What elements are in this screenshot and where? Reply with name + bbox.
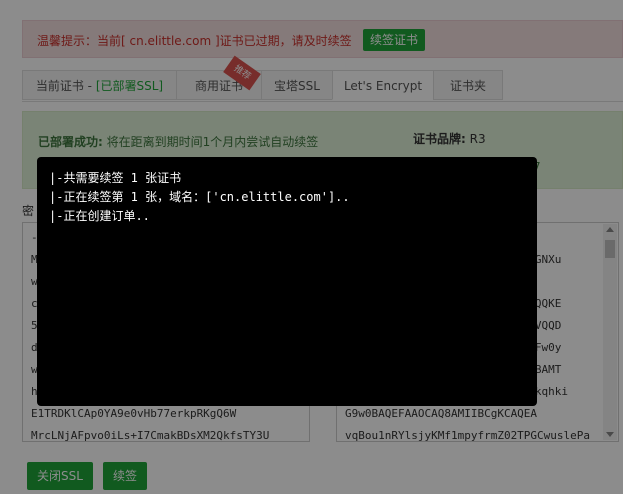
renewal-terminal-window: |-共需要续签 1 张证书 |-正在续签第 1 张，域名：['cn.elittl… xyxy=(37,157,537,406)
terminal-line: |-正在创建订单.. xyxy=(49,209,150,223)
terminal-line: |-共需要续签 1 张证书 xyxy=(49,171,182,185)
terminal-line: |-正在续签第 1 张，域名：['cn.elittle.com'].. xyxy=(49,190,350,204)
